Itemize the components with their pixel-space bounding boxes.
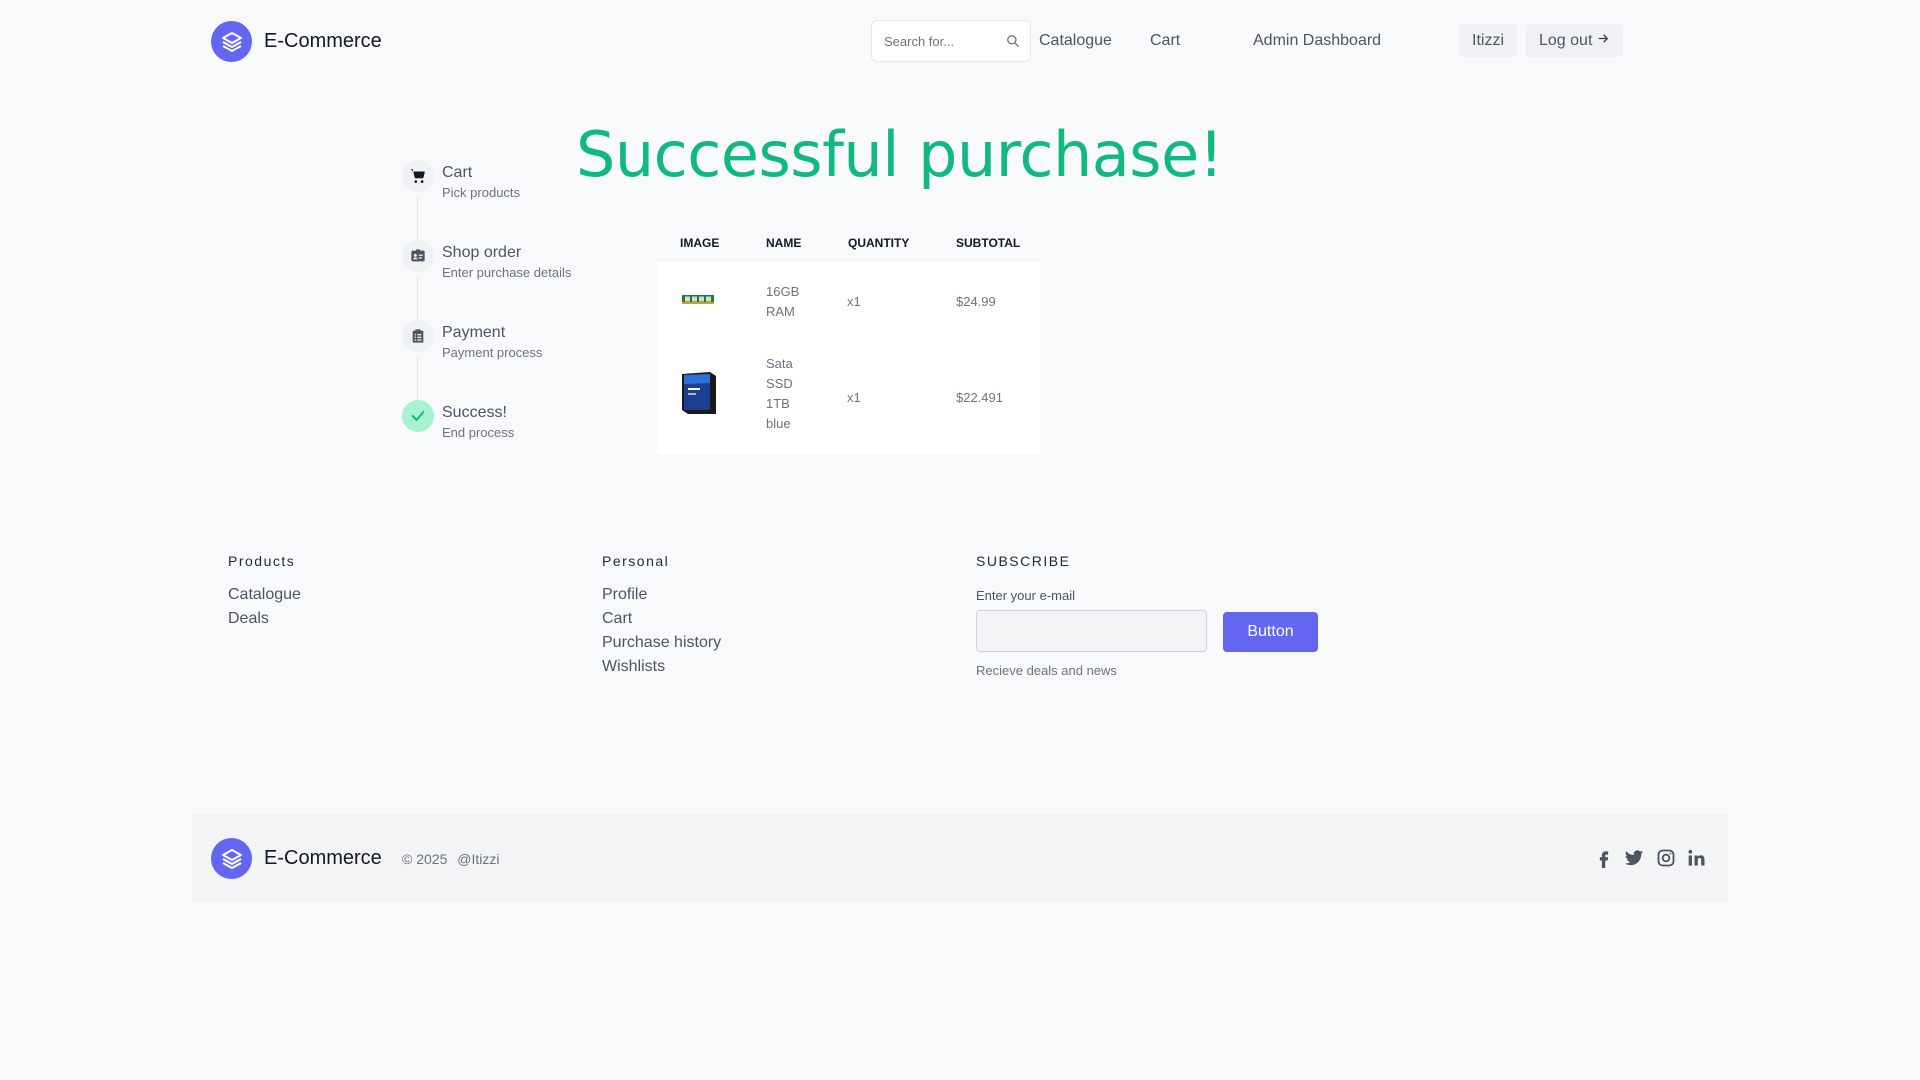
product-name-line: blue [766,416,791,431]
step-connector [417,356,418,400]
footer-brand-logo[interactable]: E-Commerce [211,838,382,879]
footer-brand-name: E-Commerce [264,847,382,869]
nav-admin-dashboard[interactable]: Admin Dashboard [1253,32,1381,50]
layers-icon [211,21,252,62]
footer-link-purchase-history[interactable]: Purchase history [602,634,721,652]
step-shop-order: Shop order Enter purchase details [402,240,642,320]
product-quantity: x1 [847,390,861,405]
table-header: IMAGE NAME QUANTITY SUBTOTAL [657,228,1040,258]
column-header-image: IMAGE [680,236,720,250]
footer-link-wishlists[interactable]: Wishlists [602,658,665,676]
bottom-bar: E-Commerce © 2025 @Itizzi [192,814,1728,902]
step-cart: Cart Pick products [402,160,642,240]
email-field[interactable] [976,610,1207,652]
step-payment: Payment Payment process [402,320,642,400]
step-title: Shop order [442,244,522,261]
column-header-subtotal: SUBTOTAL [956,236,1021,250]
email-label: Enter your e-mail [976,588,1075,603]
step-subtitle: End process [442,425,515,440]
product-name-line: 16GB [766,284,800,299]
copyright: © 2025 @Itizzi [402,851,499,867]
subscribe-button[interactable]: Button [1223,612,1318,652]
twitter-icon[interactable] [1624,848,1644,868]
product-name: 16GB RAM [766,282,799,322]
search-icon[interactable] [1006,34,1020,53]
logout-label: Log out [1539,31,1593,49]
step-connector [417,276,418,320]
clipboard-icon [402,320,434,352]
order-table: 16GB RAM x1 $24.99 Sata SSD 1TB blue x1 … [657,262,1040,454]
product-name-line: SSD [766,376,793,391]
header: E-Commerce Catalogue Cart Admin Dashboar… [0,0,1920,84]
user-name: Itizzi [1472,31,1504,49]
instagram-icon[interactable] [1656,848,1676,868]
footer-link-profile[interactable]: Profile [602,586,647,604]
author-handle[interactable]: @Itizzi [457,851,499,867]
check-icon [402,400,434,432]
user-button[interactable]: Itizzi [1459,24,1517,57]
column-header-name: NAME [766,236,802,250]
product-subtotal: $22.491 [956,390,1003,405]
product-name-line: 1TB [766,396,790,411]
layers-icon [211,838,252,879]
table-row: Sata SSD 1TB blue x1 $22.491 [657,342,1040,454]
nav-cart[interactable]: Cart [1150,32,1180,50]
search-input[interactable] [884,33,994,49]
footer-link-cart[interactable]: Cart [602,610,632,628]
step-connector [417,196,418,240]
id-card-icon [402,240,434,272]
step-title: Cart [442,164,473,181]
product-name: Sata SSD 1TB blue [766,354,793,434]
facebook-icon[interactable] [1594,848,1614,868]
cart-icon [402,160,434,192]
ssd-image [680,370,718,422]
step-title: Payment [442,324,506,341]
copyright-year: © 2025 [402,851,448,867]
footer-link-catalogue[interactable]: Catalogue [228,586,301,604]
column-header-quantity: QUANTITY [848,236,910,250]
nav-catalogue[interactable]: Catalogue [1039,32,1112,50]
brand-logo[interactable]: E-Commerce [211,21,382,62]
step-subtitle: Pick products [442,185,521,200]
product-name-line: RAM [766,304,795,319]
linkedin-icon[interactable] [1687,848,1707,868]
brand-name: E-Commerce [264,30,382,52]
step-subtitle: Enter purchase details [442,265,572,280]
arrow-right-icon [1597,32,1610,50]
step-title: Success! [442,404,507,421]
product-name-line: Sata [766,356,793,371]
footer-subscribe-title: SUBSCRIBE [976,553,1071,569]
step-subtitle: Payment process [442,345,543,360]
subscribe-note: Recieve deals and news [976,663,1117,678]
footer-products-title: Products [228,553,296,569]
footer-link-deals[interactable]: Deals [228,610,269,628]
logout-button[interactable]: Log out [1526,24,1624,57]
footer-personal-title: Personal [602,553,670,569]
product-quantity: x1 [847,294,861,309]
search-box[interactable] [871,20,1031,62]
table-row: 16GB RAM x1 $24.99 [657,262,1040,342]
page-title: Successful purchase! [576,118,1224,191]
ram-image [682,292,714,312]
step-success: Success! End process [402,400,642,460]
product-subtotal: $24.99 [956,294,996,309]
